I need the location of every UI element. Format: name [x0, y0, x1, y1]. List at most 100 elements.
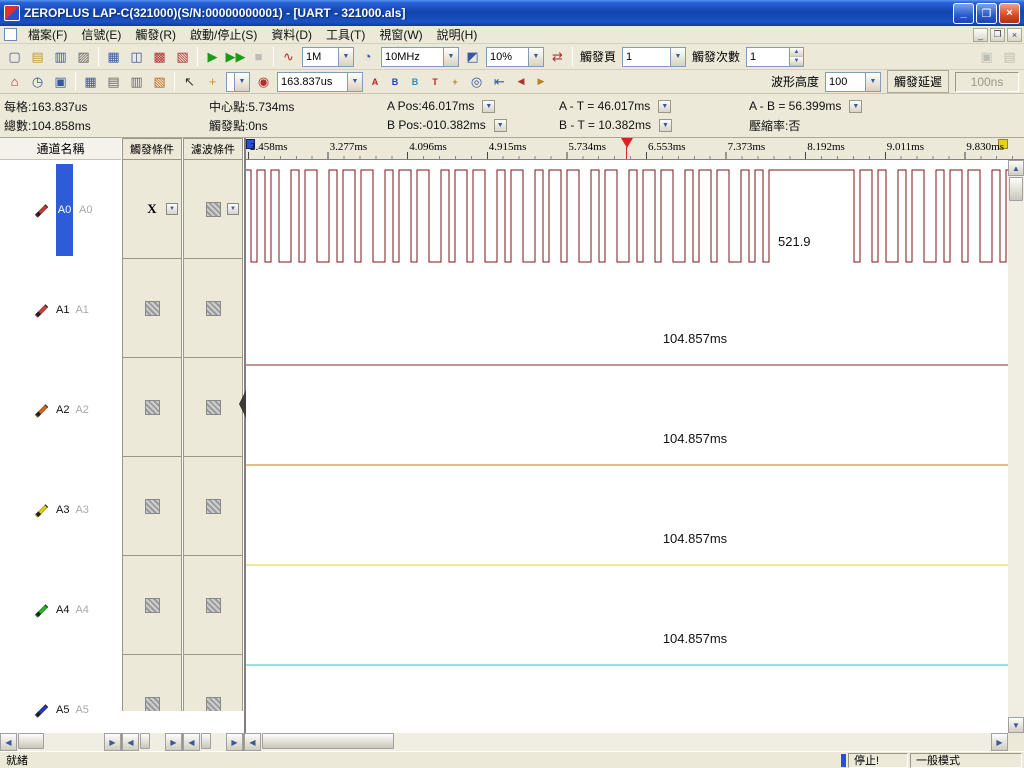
open-file-icon[interactable]: ▤ [26, 46, 49, 68]
scroll-thumb[interactable] [262, 733, 394, 749]
signal-setup-icon[interactable]: ◫ [125, 46, 148, 68]
chevron-down-icon[interactable]: ▼ [347, 73, 362, 91]
menu-item-7[interactable]: 說明(H) [430, 25, 485, 44]
cursor-mode-select[interactable]: ▼ [226, 72, 250, 92]
chevron-down-icon[interactable]: ▼ [234, 73, 249, 91]
prev-bar-icon[interactable]: B [405, 71, 425, 93]
clock-icon[interactable]: ◷ [26, 71, 49, 93]
channel-id[interactable]: A1 [56, 304, 69, 316]
scroll-right-icon[interactable]: ▶ [226, 733, 243, 751]
chevron-down-icon[interactable]: ▼ [670, 48, 685, 66]
chevron-down-icon[interactable]: ▼ [528, 48, 543, 66]
scroll-track[interactable] [261, 733, 991, 751]
trigger-condition-a0[interactable]: X▼ [122, 160, 182, 259]
time-division-select[interactable]: 163.837us▼ [277, 72, 363, 92]
a-pos-dropdown[interactable]: ▼ [482, 100, 495, 113]
zoom-icon[interactable]: ◉ [252, 71, 275, 93]
filter-condition-a0[interactable]: ▼ [183, 160, 243, 259]
next-bar-icon[interactable]: T [425, 71, 445, 93]
menu-item-0[interactable]: 檔案(F) [21, 25, 74, 44]
restore-button[interactable]: ❐ [976, 3, 997, 24]
vertical-scroll-thumb[interactable] [1009, 177, 1023, 201]
port-setup-icon[interactable]: ▦ [102, 46, 125, 68]
spin-up-icon[interactable]: ▲ [790, 48, 803, 57]
filter-column-scrollbar[interactable]: ◀ ▶ [183, 733, 243, 751]
menu-item-6[interactable]: 視窗(W) [372, 25, 429, 44]
waveform-scrollbar[interactable]: ◀ ▶ [244, 733, 1008, 751]
b-minus-t-dropdown[interactable]: ▼ [659, 119, 672, 132]
bus-setup-icon[interactable]: ▩ [148, 46, 171, 68]
vertical-scroll-track[interactable] [1008, 176, 1024, 717]
waveform-height-select[interactable]: 100▼ [825, 72, 881, 92]
scroll-thumb[interactable] [201, 733, 211, 749]
trigger-condition-a4[interactable] [122, 555, 182, 655]
waveform-view-icon[interactable]: ▦ [79, 71, 102, 93]
menu-item-1[interactable]: 信號(E) [74, 25, 128, 44]
scroll-thumb[interactable] [18, 733, 44, 749]
channel-row-a3[interactable]: A3A3 [0, 460, 121, 560]
spin-down-icon[interactable]: ▼ [790, 57, 803, 66]
waveform-canvas[interactable]: 104.857ms104.857ms104.857ms104.857ms104.… [246, 160, 1008, 733]
chevron-down-icon[interactable]: ▼ [338, 48, 353, 66]
scroll-right-icon[interactable]: ▶ [991, 733, 1008, 751]
center-position-marker[interactable] [621, 138, 633, 148]
save-file-icon[interactable]: ▥ [49, 46, 72, 68]
trigger-column-scrollbar[interactable]: ◀ ▶ [122, 733, 182, 751]
trigger-condition-a1[interactable] [122, 258, 182, 358]
minimize-button[interactable]: _ [953, 3, 974, 24]
display-ratio-icon[interactable]: ◩ [461, 46, 484, 68]
repeat-run-icon[interactable]: ▶▶ [224, 46, 247, 68]
scroll-track[interactable] [139, 733, 165, 751]
scroll-left-icon[interactable]: ◀ [0, 733, 17, 751]
scroll-thumb[interactable] [140, 733, 150, 749]
filter-condition-a2[interactable] [183, 357, 243, 457]
channel-id[interactable]: A2 [56, 404, 69, 416]
trigger-condition-a3[interactable] [122, 456, 182, 556]
vertical-scrollbar[interactable]: ▲ ▼ [1008, 160, 1024, 733]
hand-icon[interactable]: + [201, 71, 224, 93]
chevron-down-icon[interactable]: ▼ [443, 48, 458, 66]
channel-row-a2[interactable]: A2A2 [0, 360, 121, 460]
filter-condition-a5[interactable] [183, 654, 243, 711]
add-bar-icon[interactable]: + [445, 71, 465, 93]
compression-icon[interactable]: ⇄ [546, 46, 569, 68]
filter-condition-a3[interactable] [183, 456, 243, 556]
scroll-down-icon[interactable]: ▼ [1008, 717, 1024, 733]
analyzer-setup-icon[interactable]: ▧ [171, 46, 194, 68]
channel-row-a4[interactable]: A4A4 [0, 560, 121, 660]
pointer-icon[interactable]: ↖ [178, 71, 201, 93]
a-minus-b-dropdown[interactable]: ▼ [849, 100, 862, 113]
menu-item-2[interactable]: 觸發(R) [128, 25, 183, 44]
channel-id[interactable]: A5 [56, 704, 69, 716]
trigger-condition-a2[interactable] [122, 357, 182, 457]
scroll-track[interactable] [17, 733, 104, 751]
capture-icon[interactable]: ▣ [49, 71, 72, 93]
channel-id[interactable]: A3 [56, 504, 69, 516]
close-button[interactable]: × [999, 3, 1020, 24]
a0-waveform-trace[interactable] [246, 170, 1008, 262]
filter-condition-a1[interactable] [183, 258, 243, 358]
new-file-icon[interactable]: ▢ [3, 46, 26, 68]
scroll-right-icon[interactable]: ▶ [165, 733, 182, 751]
scroll-track[interactable] [200, 733, 226, 751]
scroll-left-icon[interactable]: ◀ [244, 733, 261, 751]
trigger-page-select[interactable]: 1▼ [622, 47, 686, 67]
numeric-view-icon[interactable]: ▥ [125, 71, 148, 93]
channel-row-a5[interactable]: A5A5 [0, 660, 121, 733]
child-minimize-button[interactable]: _ [973, 28, 988, 42]
trigger-count-input[interactable]: 1▲▼ [746, 47, 804, 67]
child-close-button[interactable]: × [1007, 28, 1022, 42]
channel-row-a1[interactable]: A1A1 [0, 260, 121, 360]
a-bar-icon[interactable]: A [365, 71, 385, 93]
display-ratio-select[interactable]: 10%▼ [486, 47, 544, 67]
scroll-right-icon[interactable]: ▶ [104, 733, 121, 751]
data-format-icon[interactable]: ▧ [148, 71, 171, 93]
chevron-down-icon[interactable]: ▼ [865, 73, 880, 91]
menu-item-5[interactable]: 工具(T) [319, 25, 372, 44]
list-view-icon[interactable]: ▤ [102, 71, 125, 93]
run-icon[interactable]: ▶ [201, 46, 224, 68]
sampling-setup-icon[interactable]: ∿ [277, 46, 300, 68]
sampling-clock-icon[interactable]: ◔ [356, 46, 379, 68]
channel-id[interactable]: A4 [56, 604, 69, 616]
memory-depth-select[interactable]: 1M▼ [302, 47, 354, 67]
